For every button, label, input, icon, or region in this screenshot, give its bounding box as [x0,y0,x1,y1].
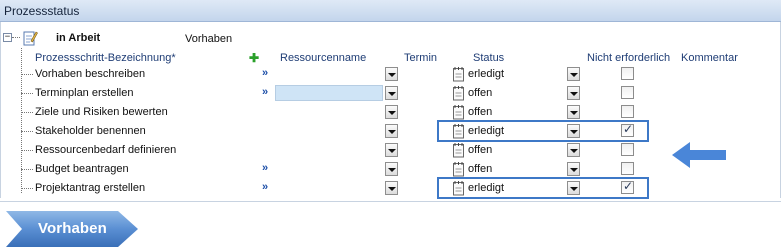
more-link-icon[interactable]: » [262,181,268,193]
status-value: offen [468,106,493,118]
not-required-checkbox[interactable] [621,105,634,118]
notepad-icon [453,86,464,101]
step-name: Ressourcenbedarf definieren [35,144,177,156]
highlight-box [437,120,649,142]
arrow-left-icon [672,142,726,168]
table-row: Terminplan erstellen » offen [0,84,660,103]
column-header-not-required: Nicht erforderlich [587,52,671,64]
window-titlebar: Prozessstatus [0,0,781,22]
phase-name: Vorhaben [185,33,233,45]
step-name: Vorhaben beschreiben [35,68,146,80]
resource-dropdown[interactable] [385,181,398,195]
notepad-icon [453,162,464,177]
more-link-icon[interactable]: » [262,162,268,174]
more-link-icon[interactable]: » [262,86,268,98]
column-header-status: Status [473,52,505,64]
status-value: offen [468,144,493,156]
not-required-checkbox[interactable] [621,67,634,80]
step-name: Terminplan erstellen [35,87,134,99]
resource-dropdown[interactable] [385,162,398,176]
more-link-icon[interactable]: » [262,67,268,79]
window-title: Prozessstatus [4,4,80,18]
phase-status: in Arbeit [56,32,101,44]
status-dropdown[interactable] [567,67,580,81]
notepad-pencil-icon [23,31,38,46]
status-value: offen [468,163,493,175]
status-dropdown[interactable] [567,162,580,176]
resource-dropdown[interactable] [385,105,398,119]
status-value: offen [468,87,493,99]
table-row: Vorhaben beschreiben » erledigt [0,65,660,84]
not-required-checkbox[interactable] [621,86,634,99]
table-row: Ressourcenbedarf definieren offen [0,141,660,160]
phase-tree-node: − in Arbeit Vorhaben [0,26,781,48]
column-header-resource: Ressourcenname [280,52,367,64]
column-header-step: Prozessschritt-Bezeichnung* [35,52,176,64]
highlight-box [437,177,649,199]
not-required-checkbox[interactable] [621,162,634,175]
resource-dropdown[interactable] [385,67,398,81]
step-name: Stakeholder benennen [35,125,146,137]
notepad-icon [453,67,464,82]
phase-button-label: Vorhaben [38,220,107,237]
column-header-comment: Kommentar [681,52,738,64]
step-name: Ziele und Risiken bewerten [35,106,168,118]
resource-input[interactable] [275,85,383,101]
status-dropdown[interactable] [567,143,580,157]
step-name: Projektantrag erstellen [35,182,146,194]
status-dropdown[interactable] [567,105,580,119]
add-step-icon[interactable]: ✚ [249,52,259,64]
notepad-icon [453,105,464,120]
resource-dropdown[interactable] [385,86,398,100]
status-value: erledigt [468,68,505,80]
resource-dropdown[interactable] [385,124,398,138]
not-required-checkbox[interactable] [621,143,634,156]
column-header-date: Termin [404,52,438,64]
step-name: Budget beantragen [35,163,129,175]
notepad-icon [453,143,464,158]
resource-dropdown[interactable] [385,143,398,157]
phase-button-vorhaben[interactable]: Vorhaben [6,211,138,247]
collapse-toggle[interactable]: − [3,33,12,42]
status-dropdown[interactable] [567,86,580,100]
phase-navigation-bar: Vorhaben [0,198,781,250]
